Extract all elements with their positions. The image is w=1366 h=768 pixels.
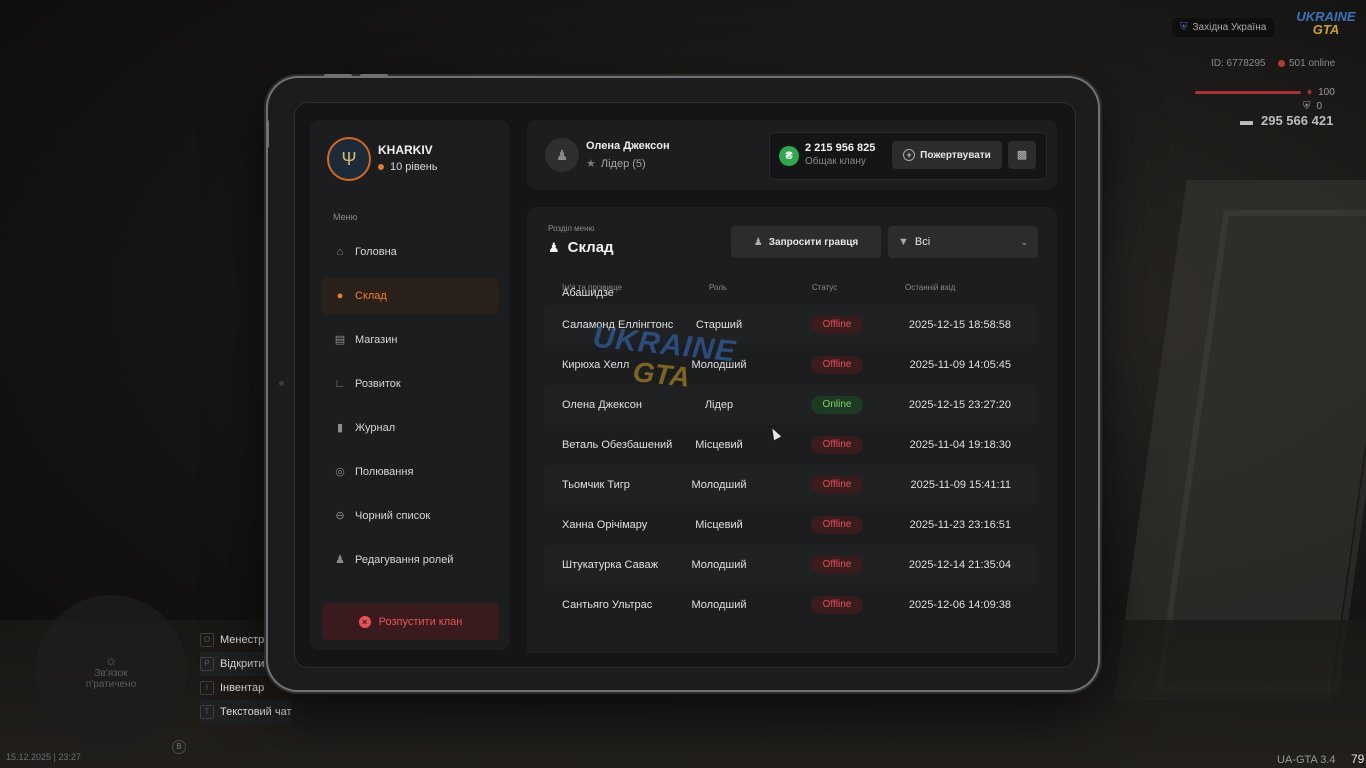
- section-label: Розділ меню: [548, 224, 595, 233]
- clan-emblem-icon: Ψ: [327, 137, 371, 181]
- table-row[interactable]: Сантьяго Ультрас Молодший Offline 2025-1…: [544, 585, 1036, 625]
- chevron-down-icon: ⌄: [1020, 236, 1028, 247]
- members-table: Абашидзе Саламонд Еллінгтонс Старший Off…: [544, 287, 1036, 625]
- page-title: ♟ Склад: [548, 239, 614, 256]
- shield-icon: ⛨: [1180, 22, 1188, 33]
- region-label: Західна Україна: [1192, 22, 1267, 33]
- clan-level: 10 рівень: [378, 161, 438, 173]
- home-icon: ⌂: [336, 246, 344, 258]
- archive-button[interactable]: ▩: [1008, 141, 1036, 169]
- money-indicator: ▬ 295 566 421: [1240, 113, 1333, 128]
- sidebar-item-blacklist[interactable]: ⊖ Чорний список: [322, 498, 499, 534]
- filter-icon: ▼: [898, 236, 909, 248]
- sidebar-item-roles[interactable]: ♟ Редагування ролей: [322, 542, 499, 578]
- status-badge: Online: [811, 396, 863, 414]
- sidebar-menu: ⌂ Головна ● Склад ▤ Магазин ∟ Розвиток ▮…: [322, 234, 499, 586]
- invite-player-button[interactable]: ♟ Запросити гравця: [731, 226, 881, 258]
- avatar: ♟: [545, 138, 579, 172]
- filter-select[interactable]: ▼ Всі ⌄: [888, 226, 1038, 258]
- chart-icon: ∟: [334, 378, 346, 390]
- tablet-button: [360, 74, 388, 78]
- sidebar: Ψ KHARKIV 10 рівень Меню ⌂ Головна ● Скл…: [310, 120, 510, 650]
- hryvnia-icon: ₴: [779, 146, 799, 166]
- money-value: 295 566 421: [1261, 113, 1334, 128]
- table-row[interactable]: Ханна Орічімару Місцевий Offline 2025-11…: [544, 505, 1036, 545]
- clan-name: KHARKIV: [378, 143, 433, 157]
- armor-indicator: ⛨ 0: [1303, 101, 1322, 112]
- bank-label: Общак клану: [805, 156, 866, 167]
- health-bar: [1195, 91, 1301, 94]
- status-badge: Offline: [811, 596, 863, 614]
- table-row[interactable]: Штукатурка Саваж Молодший Offline 2025-1…: [544, 545, 1036, 585]
- tablet-side-button: [266, 120, 269, 148]
- cash-icon: ▬: [1240, 113, 1253, 128]
- status-badge: Offline: [811, 316, 863, 334]
- tablet-screen: Ψ KHARKIV 10 рівень Меню ⌂ Головна ● Скл…: [294, 102, 1076, 668]
- sidebar-item-shop[interactable]: ▤ Магазин: [322, 322, 499, 358]
- level-dot-icon: [378, 164, 384, 170]
- star-icon: ★: [586, 158, 596, 170]
- armor-icon: ⛨: [1303, 101, 1311, 112]
- sidebar-item-development[interactable]: ∟ Розвиток: [322, 366, 499, 402]
- menu-title: Меню: [333, 212, 358, 222]
- disband-clan-button[interactable]: × Розпустити клан: [322, 603, 499, 640]
- archive-icon: ▩: [1016, 149, 1028, 161]
- basket-icon: ▤: [334, 334, 346, 346]
- user-role: ★ Лідер (5): [586, 157, 646, 171]
- sidebar-item-members[interactable]: ● Склад: [322, 278, 499, 314]
- fps-counter: 79: [1351, 752, 1365, 766]
- sidebar-item-home[interactable]: ⌂ Головна: [322, 234, 499, 270]
- donate-button[interactable]: + Пожертвувати: [892, 141, 1002, 169]
- block-icon: ⊖: [335, 510, 345, 522]
- target-icon: ◎: [335, 466, 345, 478]
- health-indicator: ♦ 100: [1195, 87, 1335, 98]
- table-row[interactable]: Веталь Обезбашений Місцевий Offline 2025…: [544, 425, 1036, 465]
- table-row[interactable]: Абашидзе: [544, 280, 1036, 305]
- members-panel: Розділ меню ♟ Склад ♟ Запросити гравця ▼…: [527, 207, 1057, 653]
- members-icon: ♟: [548, 239, 560, 255]
- table-row[interactable]: Тьомчик Тигр Молодший Offline 2025-11-09…: [544, 465, 1036, 505]
- status-badge: Offline: [811, 516, 863, 534]
- status-badge: Offline: [811, 476, 863, 494]
- user-bar: ♟ Олена Джексон ★ Лідер (5) ₴ 2 215 956 …: [527, 120, 1057, 190]
- table-row[interactable]: Олена Джексон Лідер Online 2025-12-15 23…: [544, 385, 1036, 425]
- datetime: 15.12.2025 | 23:27: [6, 752, 81, 762]
- signal-icon: ☼: [104, 652, 118, 668]
- status-badge: Offline: [811, 356, 863, 374]
- status-badge: Offline: [811, 556, 863, 574]
- game-logo: UKRAINE GTA: [1296, 9, 1356, 37]
- region-badge: ⛨ Західна Україна: [1172, 18, 1275, 37]
- add-user-icon: ♟: [753, 236, 763, 248]
- user-icon: ♟: [555, 146, 569, 163]
- heart-icon: ♦: [1307, 87, 1313, 98]
- tablet-camera: [279, 381, 284, 386]
- sidebar-item-hunting[interactable]: ◎ Полювання: [322, 454, 499, 490]
- health-value: 100: [1318, 87, 1335, 98]
- armor-value: 0: [1316, 101, 1323, 112]
- hint-row: T Текстовий чат: [200, 700, 292, 724]
- mic-key: B: [172, 740, 186, 754]
- user-edit-icon: ♟: [335, 554, 345, 566]
- minimap: ☼ Зв'язок п'ратичено: [35, 595, 187, 747]
- table-row[interactable]: Саламонд Еллінгтонс Старший Offline 2025…: [544, 305, 1036, 345]
- user-name: Олена Джексон: [586, 140, 670, 152]
- bank-amount: 2 215 956 825: [805, 142, 876, 154]
- player-id: ID: 6778295: [1211, 58, 1266, 69]
- game-version: UA-GTA 3.4: [1277, 754, 1336, 766]
- minimap-text: Зв'язок п'ратичено: [85, 668, 137, 690]
- tablet-button: [324, 74, 352, 78]
- members-icon: ●: [336, 290, 344, 302]
- online-dot-icon: [1278, 60, 1285, 67]
- online-count: 501 online: [1278, 58, 1335, 69]
- status-badge: Offline: [811, 436, 863, 454]
- clan-bank: ₴ 2 215 956 825 Общак клану + Пожертвува…: [769, 132, 1047, 180]
- plus-icon: +: [903, 149, 916, 161]
- close-circle-icon: ×: [358, 615, 371, 628]
- sidebar-item-journal[interactable]: ▮ Журнал: [322, 410, 499, 446]
- book-icon: ▮: [336, 422, 344, 434]
- table-row[interactable]: Кирюха Хелл Молодший Offline 2025-11-09 …: [544, 345, 1036, 385]
